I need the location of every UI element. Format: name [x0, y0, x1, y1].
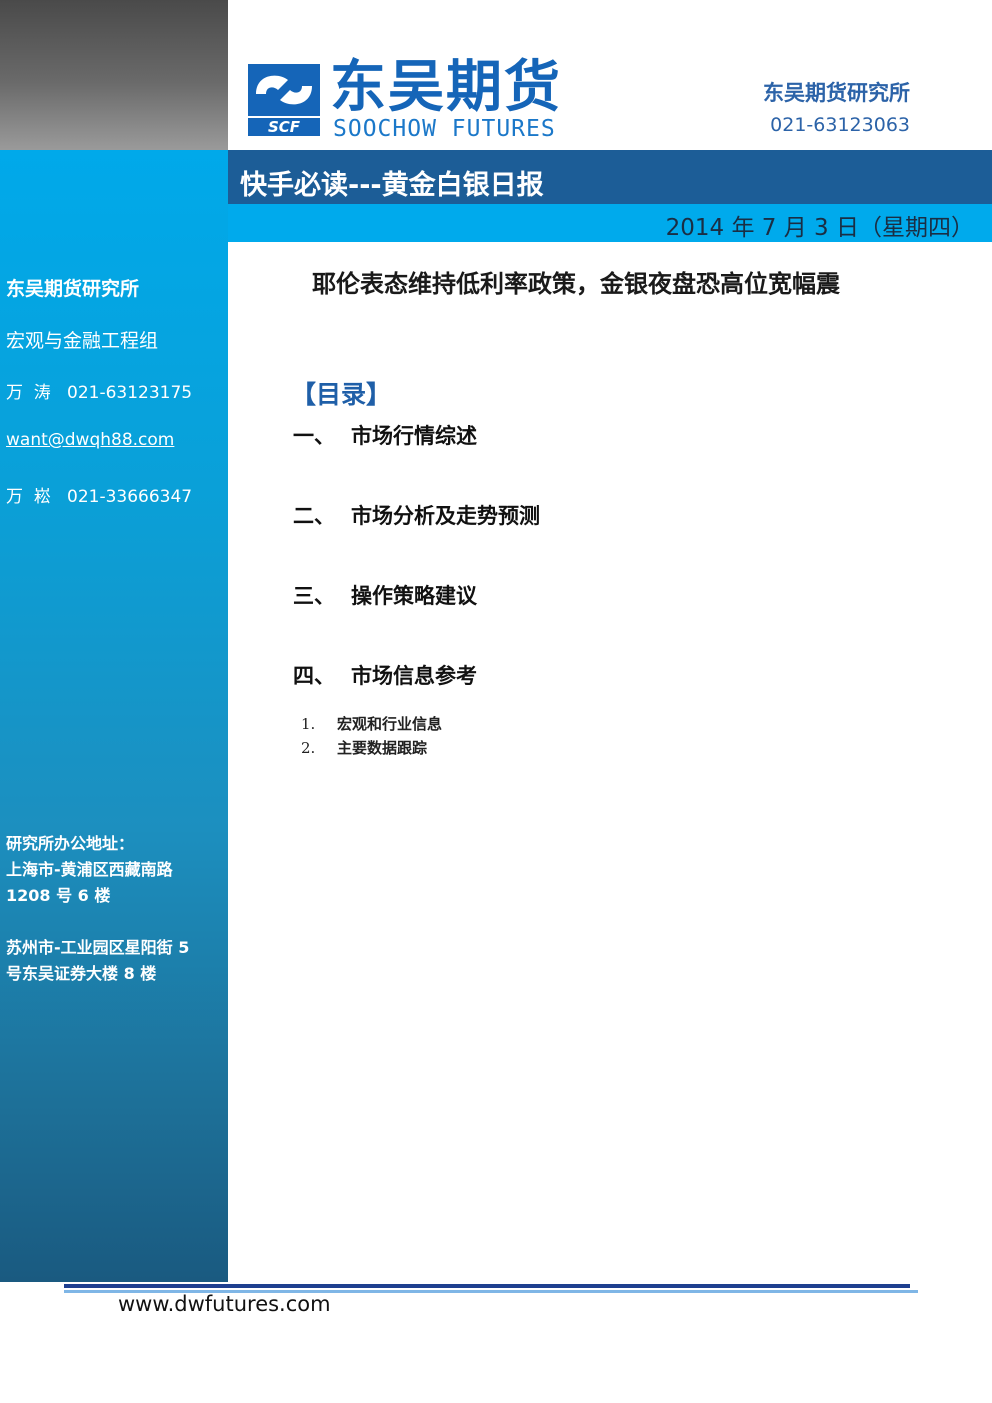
toc-heading: 【目录】 [291, 380, 392, 409]
scf-logo-icon: SCF [248, 64, 320, 136]
sidebar-group: 宏观与金融工程组 [6, 330, 159, 352]
toc-item-label: 操作策略建议 [351, 584, 477, 608]
toc-subitem-macro-info[interactable]: 1. 宏观和行业信息 [301, 713, 442, 734]
toc-item-market-analysis[interactable]: 二、 市场分析及走势预测 [293, 500, 540, 530]
address-title: 研究所办公地址： [6, 834, 135, 853]
toc-subitem-data-tracking[interactable]: 2. 主要数据跟踪 [301, 737, 427, 758]
toc-subitem-number: 2. [301, 739, 316, 757]
report-title: 快手必读---黄金白银日报 [240, 170, 544, 201]
toc-item-number: 二、 [293, 504, 335, 528]
header-org: 东吴期货研究所 [763, 81, 910, 105]
logo-chinese: 东吴期货 [330, 55, 562, 120]
address-suzhou-line2: 号东吴证券大楼 8 楼 [6, 964, 157, 983]
footer-website-link[interactable]: www.dwfutures.com [118, 1292, 331, 1316]
address-suzhou-line1: 苏州市-工业园区星阳街 5 [6, 938, 190, 957]
toc-item-label: 市场分析及走势预测 [351, 504, 540, 528]
toc-item-label: 市场信息参考 [351, 664, 477, 688]
toc-item-number: 三、 [293, 584, 335, 608]
report-headline: 耶伦表态维持低利率政策，金银夜盘恐高位宽幅震 [312, 269, 840, 298]
sidebar [0, 150, 228, 1282]
header-phone: 021-63123063 [770, 114, 910, 136]
toc-subitem-number: 1. [301, 715, 316, 733]
toc-item-number: 一、 [293, 424, 335, 448]
toc-item-strategy[interactable]: 三、 操作策略建议 [293, 580, 477, 610]
toc-item-market-info[interactable]: 四、 市场信息参考 [293, 660, 477, 690]
logo-mark-text: SCF [268, 118, 301, 136]
sidebar-contact-2: 万 崧 021-33666347 [6, 487, 193, 507]
toc-item-number: 四、 [293, 664, 335, 688]
footer-divider [64, 1284, 910, 1288]
address-shanghai-line2: 1208 号 6 楼 [6, 886, 111, 905]
toc-item-label: 市场行情综述 [351, 424, 477, 448]
sidebar-email-link[interactable]: want@dwqh88.com [6, 430, 174, 450]
sidebar-org: 东吴期货研究所 [6, 278, 140, 300]
toc-subitem-label: 主要数据跟踪 [337, 739, 428, 757]
report-date: 2014 年 7 月 3 日（星期四） [665, 215, 974, 241]
logo-english: SOOCHOW FUTURES [333, 116, 556, 142]
address-shanghai-line1: 上海市-黄浦区西藏南路 [6, 860, 173, 879]
sidebar-header-block [0, 0, 228, 150]
sidebar-contact-1: 万 涛 021-63123175 [6, 383, 193, 403]
toc-subitem-label: 宏观和行业信息 [337, 715, 443, 733]
toc-item-market-review[interactable]: 一、 市场行情综述 [293, 420, 477, 450]
